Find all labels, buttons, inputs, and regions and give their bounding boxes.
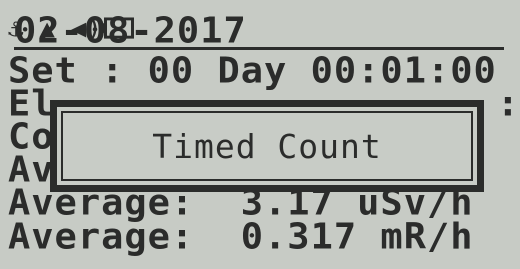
status-icons-glyphs: ⚓ ▲ ◀) (8, 14, 102, 44)
lcd-screen: 02-08-2017 ⚓ ▲ ◀) Set : 00 Day 00:01:00 … (0, 0, 520, 269)
average-mr-line: Average: 0.317 mR/h (8, 215, 474, 258)
status-icons: ⚓ ▲ ◀) (8, 14, 506, 44)
battery-icon (99, 17, 134, 39)
timed-count-dialog: Timed Count (50, 100, 484, 192)
dialog-title: Timed Count (152, 126, 382, 166)
